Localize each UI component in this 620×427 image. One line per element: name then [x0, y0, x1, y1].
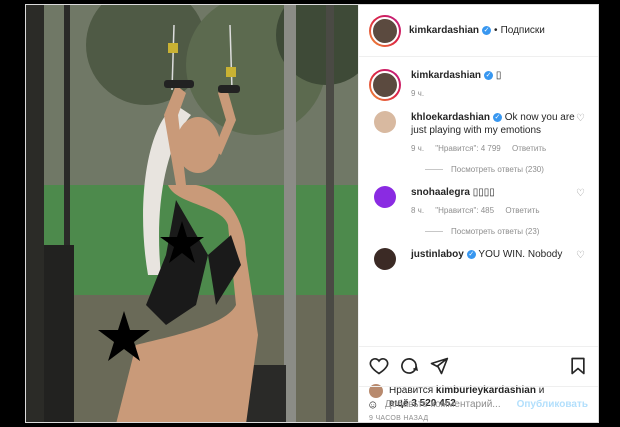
add-comment-bar: Опубликовать: [359, 386, 598, 422]
caption-time: 9 ч.: [411, 89, 425, 98]
comment-meta: 8 ч. "Нравится": 485 Ответить: [411, 204, 576, 217]
comment-likes[interactable]: "Нравится": 485: [435, 206, 494, 215]
heart-icon[interactable]: ♡: [576, 250, 588, 261]
caption-meta: 9 ч.: [411, 87, 588, 100]
heart-icon[interactable]: [369, 356, 389, 376]
avatar[interactable]: [369, 14, 401, 47]
comment-body: snohaalegra ▯▯▯▯ 8 ч. "Нравится": 485 От…: [411, 186, 576, 217]
separator-dot: •: [494, 25, 498, 36]
comment-text: ▯▯▯▯: [472, 187, 495, 198]
heart-icon[interactable]: ♡: [576, 113, 588, 124]
comment: snohaalegra ▯▯▯▯ 8 ч. "Нравится": 485 От…: [369, 186, 588, 217]
caption-body: kimkardashian ✓ ▯ 9 ч.: [411, 69, 588, 100]
avatar[interactable]: [374, 248, 396, 270]
caption-username[interactable]: kimkardashian: [411, 70, 481, 81]
comment-meta: 9 ч. "Нравится": 4 799 Ответить: [411, 142, 576, 155]
header-info: kimkardashian ✓ • Подписки: [409, 25, 545, 36]
comment-time: 8 ч.: [411, 206, 425, 215]
emoji-icon[interactable]: [369, 395, 377, 415]
view-replies-button[interactable]: Посмотреть ответы (23): [425, 227, 588, 236]
heart-icon[interactable]: ♡: [576, 188, 588, 199]
replies-line: [425, 231, 443, 232]
avatar[interactable]: [374, 111, 396, 133]
comment: justinlaboy ✓ YOU WIN. Nobody ♡: [369, 248, 588, 270]
caption-text: ▯: [495, 70, 502, 81]
share-icon[interactable]: [429, 356, 449, 376]
comment-likes[interactable]: "Нравится": 4 799: [435, 144, 500, 153]
verified-icon: ✓: [492, 112, 502, 122]
avatar[interactable]: [369, 69, 401, 101]
comment-time: 9 ч.: [411, 144, 425, 153]
post-side-panel: kimkardashian ✓ • Подписки kimkardashian…: [358, 5, 598, 422]
comment: khloekardashian ✓ Ok now you are just pla…: [369, 111, 588, 155]
comment-username[interactable]: snohaalegra: [411, 187, 470, 198]
view-replies-label[interactable]: Посмотреть ответы (23): [451, 227, 539, 236]
reply-button[interactable]: Ответить: [512, 144, 546, 153]
comment-body: khloekardashian ✓ Ok now you are just pla…: [411, 111, 576, 155]
replies-line: [425, 169, 443, 170]
view-replies-label[interactable]: Посмотреть ответы (230): [451, 165, 544, 174]
post-header: kimkardashian ✓ • Подписки: [359, 5, 598, 57]
reply-button[interactable]: Ответить: [505, 206, 539, 215]
view-replies-button[interactable]: Посмотреть ответы (230): [425, 165, 588, 174]
header-username[interactable]: kimkardashian: [409, 25, 479, 36]
comment-username[interactable]: justinlaboy: [411, 249, 464, 260]
bookmark-icon[interactable]: [568, 356, 588, 376]
verified-icon: ✓: [484, 70, 494, 80]
action-icons: [369, 355, 588, 377]
post-photo: [26, 5, 358, 422]
verified-icon: ✓: [482, 26, 492, 35]
comment-text: YOU WIN. Nobody: [478, 249, 563, 260]
comment-input[interactable]: [384, 399, 517, 410]
photo-illustration: [26, 5, 358, 422]
comments-list[interactable]: kimkardashian ✓ ▯ 9 ч. khloekardashian ✓ O…: [359, 57, 598, 346]
comment-icon[interactable]: [399, 356, 419, 376]
post-modal: kimkardashian ✓ • Подписки kimkardashian…: [25, 4, 599, 423]
avatar[interactable]: [374, 186, 396, 208]
following-button[interactable]: Подписки: [501, 25, 545, 36]
caption: kimkardashian ✓ ▯ 9 ч.: [369, 69, 588, 101]
comment-body: justinlaboy ✓ YOU WIN. Nobody: [411, 248, 576, 261]
post-comment-button[interactable]: Опубликовать: [517, 399, 588, 410]
verified-icon: ✓: [466, 249, 476, 259]
comment-username[interactable]: khloekardashian: [411, 112, 490, 123]
